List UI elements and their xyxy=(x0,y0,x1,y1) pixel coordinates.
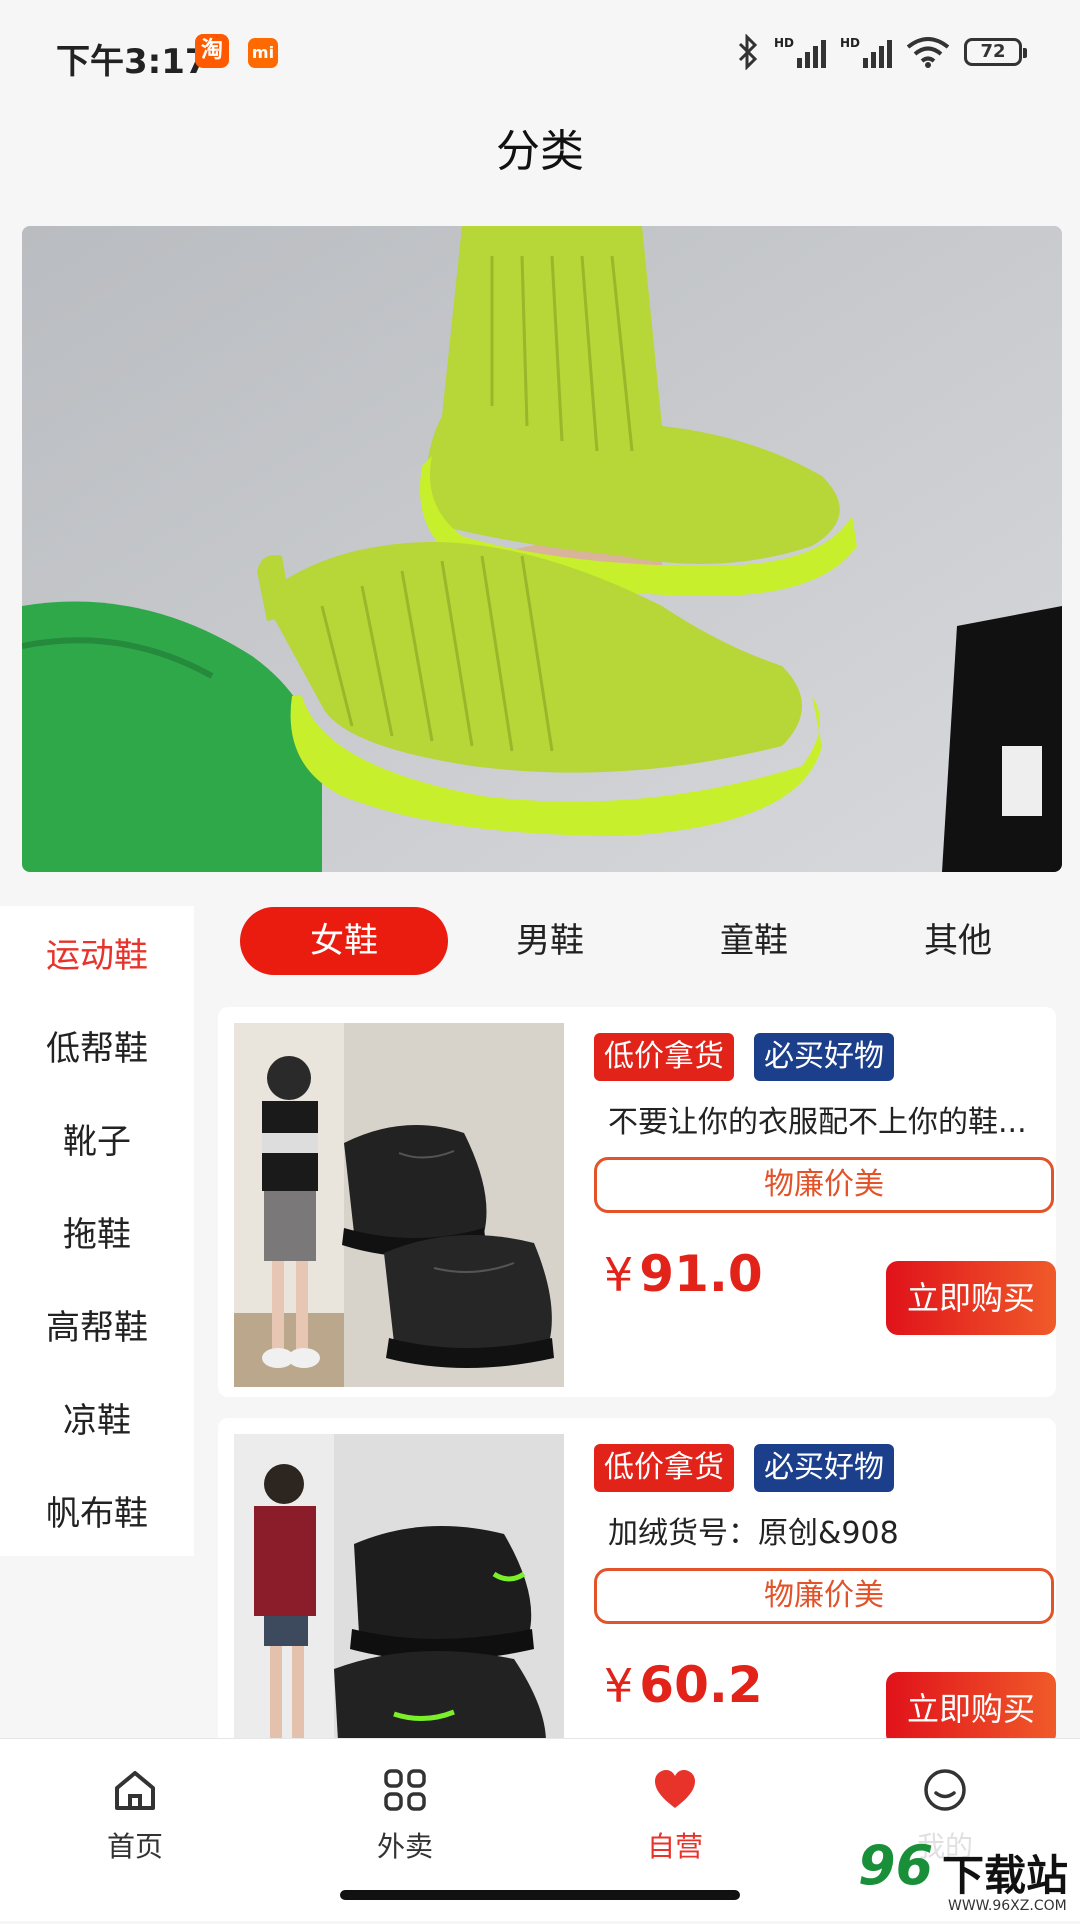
home-indicator[interactable] xyxy=(340,1890,740,1900)
banner-image[interactable] xyxy=(22,226,1062,872)
low-price-badge: 低价拿货 xyxy=(594,1444,734,1492)
signal-icon-2: HD xyxy=(840,36,892,68)
grid-icon xyxy=(384,1769,426,1811)
tab-kids[interactable]: 童鞋 xyxy=(652,907,856,975)
watermark-text: 下载站 xyxy=(942,1851,1069,1900)
taobao-notification-icon: 淘 xyxy=(195,34,229,68)
must-buy-badge: 必买好物 xyxy=(754,1444,894,1492)
tab-other[interactable]: 其他 xyxy=(856,907,1060,975)
tab-women[interactable]: 女鞋 xyxy=(240,907,448,975)
wifi-icon xyxy=(906,37,950,68)
signal-hd-label-1: HD xyxy=(773,36,794,50)
smile-icon xyxy=(924,1769,966,1811)
battery-icon: 72 xyxy=(964,38,1027,66)
category-item-high-top[interactable]: 高帮鞋 xyxy=(0,1278,194,1371)
nav-item-home[interactable]: 首页 xyxy=(55,1761,215,1865)
status-bar: 下午3:17 淘 mi HD HD 72 xyxy=(0,0,1080,110)
nav-label-takeout: 外卖 xyxy=(376,1830,433,1863)
watermark-url: WWW.96XZ.COM xyxy=(948,1898,1067,1914)
category-item-canvas[interactable]: 帆布鞋 xyxy=(0,1464,194,1557)
category-item-sandals[interactable]: 凉鞋 xyxy=(0,1371,194,1464)
mi-notification-icon: mi xyxy=(248,38,278,68)
category-item-sports-shoes[interactable]: 运动鞋 xyxy=(0,906,194,999)
banner-shoes-illustration xyxy=(22,226,1062,872)
heart-icon xyxy=(655,1770,695,1808)
product-card[interactable]: 低价拿货 必买好物 不要让你的衣服配不上你的鞋... 物廉价美 ¥91.0 立即… xyxy=(218,1007,1056,1397)
watermark-logo: 96 下载站 WWW.96XZ.COM xyxy=(850,1832,1080,1920)
signal-hd-label-2: HD xyxy=(839,36,860,50)
category-item-boots[interactable]: 靴子 xyxy=(0,1092,194,1185)
nav-item-self-operated[interactable]: 自营 xyxy=(595,1761,755,1865)
category-list: 运动鞋 低帮鞋 靴子 拖鞋 高帮鞋 凉鞋 帆布鞋 xyxy=(0,906,194,1556)
product-price: ¥91.0 xyxy=(604,1245,763,1303)
nav-label-self-operated: 自营 xyxy=(646,1830,703,1863)
product-name: 不要让你的衣服配不上你的鞋... xyxy=(608,1105,1027,1140)
category-item-slippers[interactable]: 拖鞋 xyxy=(0,1185,194,1278)
status-time: 下午3:17 xyxy=(56,42,209,82)
buy-now-button[interactable]: 立即购买 xyxy=(886,1261,1056,1335)
page-title: 分类 xyxy=(496,126,584,177)
price-value: 60.2 xyxy=(639,1656,763,1714)
product-name: 加绒货号：原创&908 xyxy=(608,1516,899,1551)
low-price-badge: 低价拿货 xyxy=(594,1033,734,1081)
signal-icon-1: HD xyxy=(774,36,826,68)
gender-tabs: 女鞋 男鞋 童鞋 其他 xyxy=(240,906,1060,976)
nav-label-home: 首页 xyxy=(106,1830,163,1863)
tab-men[interactable]: 男鞋 xyxy=(448,907,652,975)
watermark-number: 96 xyxy=(858,1834,934,1897)
must-buy-badge: 必买好物 xyxy=(754,1033,894,1081)
product-image[interactable] xyxy=(234,1023,564,1387)
bluetooth-icon xyxy=(738,34,758,70)
category-item-low-top[interactable]: 低帮鞋 xyxy=(0,999,194,1092)
currency-symbol: ¥ xyxy=(604,1659,634,1713)
product-slogan: 物廉价美 xyxy=(594,1568,1054,1624)
product-price: ¥60.2 xyxy=(604,1656,763,1714)
currency-symbol: ¥ xyxy=(604,1248,634,1302)
nav-item-takeout[interactable]: 外卖 xyxy=(325,1761,485,1865)
buy-now-button[interactable]: 立即购买 xyxy=(886,1672,1056,1746)
price-value: 91.0 xyxy=(639,1245,763,1303)
home-icon xyxy=(115,1771,155,1810)
product-slogan: 物廉价美 xyxy=(594,1157,1054,1213)
status-icons: HD HD 72 xyxy=(736,34,1027,70)
